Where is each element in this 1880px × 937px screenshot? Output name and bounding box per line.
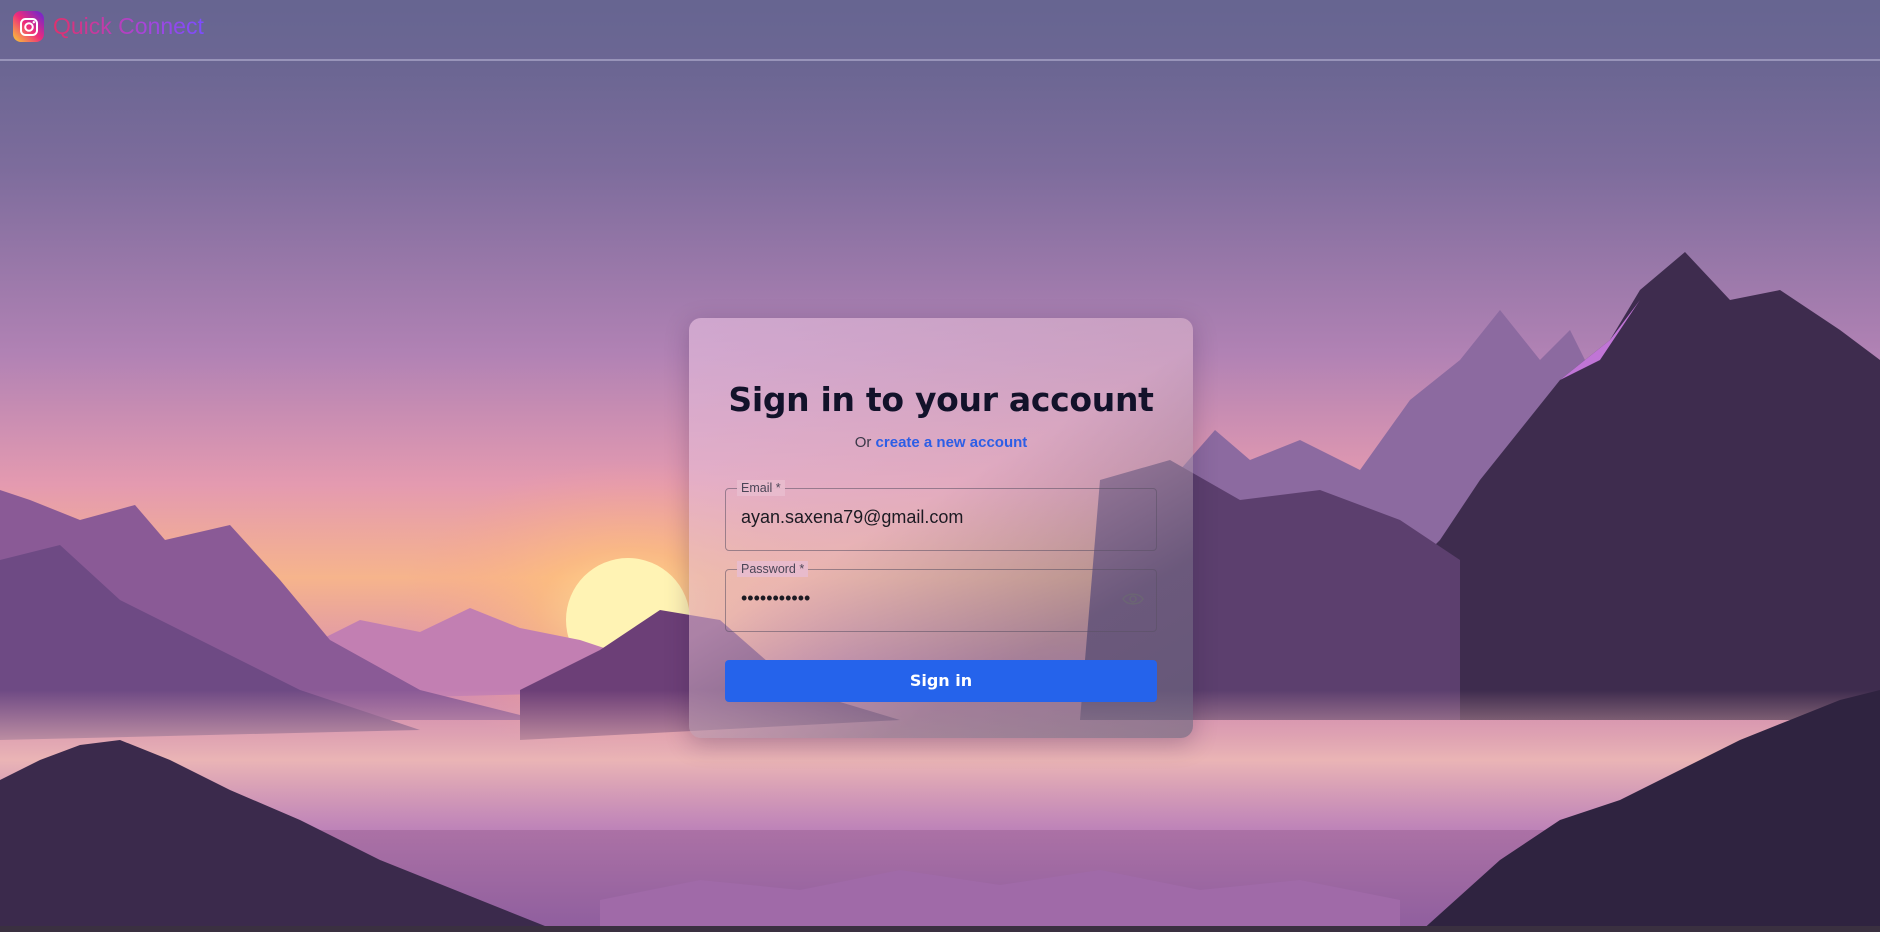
subtitle: Or create a new account [689, 434, 1193, 451]
password-field[interactable]: Password * ••••••••••• [725, 561, 1157, 632]
email-value: ayan.saxena79@gmail.com [741, 507, 964, 527]
subtitle-prefix: Or [854, 434, 872, 451]
password-label: Password * [737, 561, 809, 577]
brand-name: Quick Connect [53, 13, 204, 39]
eye-icon[interactable] [1122, 591, 1144, 607]
password-value: ••••••••••• [741, 588, 811, 608]
sign-in-button[interactable]: Sign in [725, 660, 1157, 702]
brand[interactable]: Quick Connect [13, 11, 204, 42]
email-field[interactable]: Email * ayan.saxena79@gmail.com [725, 480, 1157, 551]
page-title: Sign in to your account [728, 380, 1154, 419]
sign-in-card: Sign in to your account Or create a new … [689, 318, 1193, 738]
email-label: Email * [737, 480, 785, 496]
camera-icon [13, 11, 44, 42]
create-account-link[interactable]: create a new account [876, 434, 1028, 451]
top-navbar: Quick Connect [0, 0, 1880, 61]
